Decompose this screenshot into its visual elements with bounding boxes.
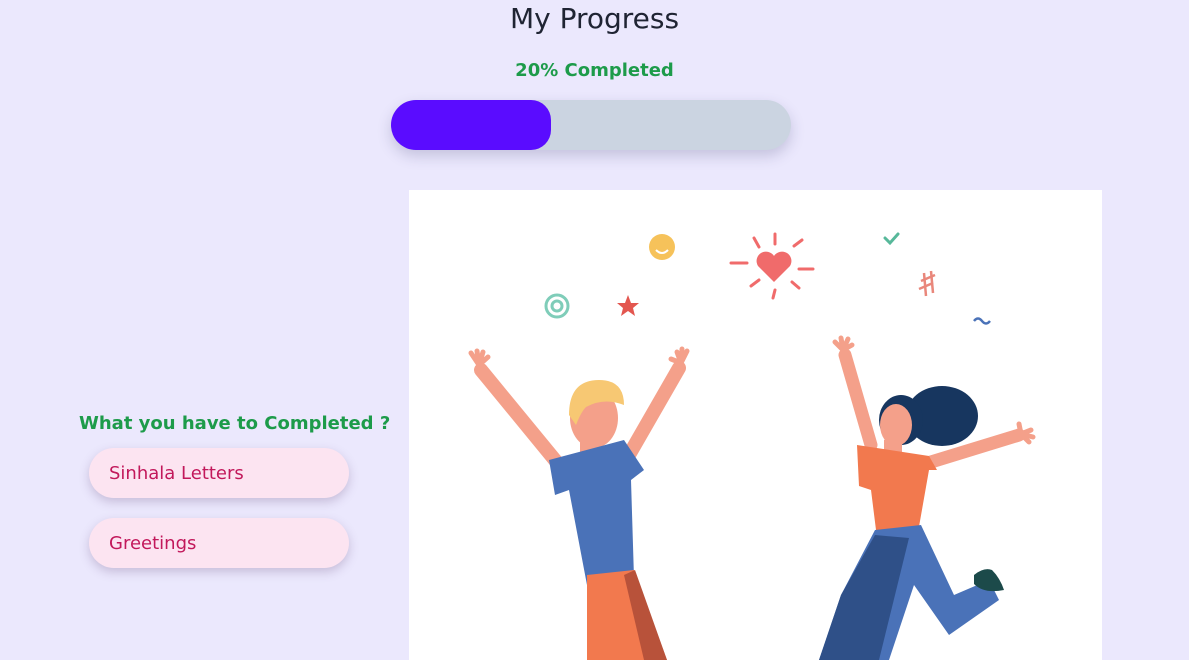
page-title: My Progress [509,2,680,35]
progress-label: 20% Completed [515,60,674,81]
check-icon [883,232,900,246]
task-button-greetings[interactable]: Greetings [89,518,349,568]
heart-sun-icon [729,232,815,300]
task-button-label: Sinhala Letters [109,462,244,484]
smiley-icon [649,234,675,260]
progress-bar-fill [391,100,551,150]
celebrating-people-illustration [468,232,1036,660]
woman-figure [819,335,1036,660]
task-button-label: Greetings [109,532,197,554]
star-icon [617,295,639,316]
man-figure [468,346,690,660]
celebration-illustration [409,190,1102,660]
spiral-icon [544,293,570,319]
task-button-sinhala-letters[interactable]: Sinhala Letters [89,448,349,498]
squiggle-icon [973,317,991,325]
tasks-heading: What you have to Completed ? [79,413,391,434]
progress-bar [391,100,791,150]
hash-icon [918,270,936,297]
